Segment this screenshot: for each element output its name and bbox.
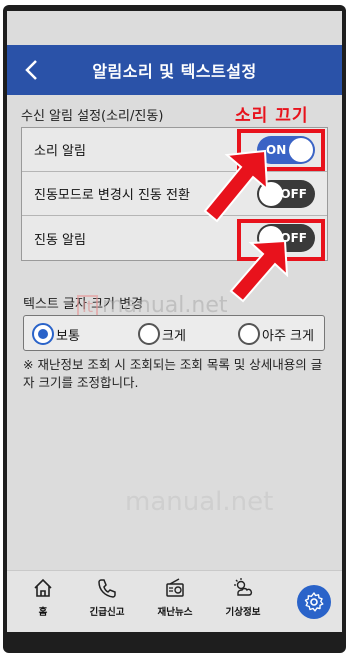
vibrate-switch-row[interactable]: 진동모드로 변경시 진동 전환 OFF	[22, 172, 327, 216]
app-header: 알림소리 및 텍스트설정	[7, 45, 342, 95]
chevron-left-icon	[25, 60, 37, 80]
gear-icon	[304, 592, 324, 612]
radio-circle	[138, 323, 160, 345]
arrow-annotation-2	[229, 239, 289, 303]
weather-icon	[234, 578, 253, 596]
radio-label: 크게	[162, 328, 186, 344]
nav-label: 기상정보	[225, 607, 261, 618]
nav-weather[interactable]: 기상정보	[213, 577, 273, 627]
nav-emergency-report[interactable]: 긴급신고	[77, 577, 137, 627]
home-icon	[34, 578, 52, 597]
radio-icon	[166, 578, 184, 597]
text-size-options: 보통 크게 아주 크게	[23, 315, 325, 351]
nav-disaster-news[interactable]: 재난뉴스	[145, 577, 205, 627]
bottom-navigation: 홈 긴급신고 재난뉴스 기상정보	[7, 570, 342, 632]
system-nav-bar	[7, 632, 342, 647]
vibrate-switch-label: 진동모드로 변경시 진동 전환	[34, 188, 190, 203]
arrow-annotation-1	[203, 149, 269, 223]
vibrate-alert-label: 진동 알림	[34, 232, 86, 248]
nav-label: 긴급신고	[89, 607, 125, 618]
text-size-normal-radio[interactable]: 보통	[32, 322, 80, 346]
nav-label: 홈	[38, 607, 48, 618]
toggle-state-text: OFF	[280, 187, 307, 201]
nav-settings[interactable]	[297, 585, 331, 619]
phone-icon	[98, 579, 116, 598]
nav-home[interactable]: 홈	[13, 577, 73, 627]
back-button[interactable]	[17, 55, 47, 85]
notification-section-label: 수신 알림 설정(소리/진동)	[21, 109, 164, 124]
watermark-faint: manual.net	[125, 487, 274, 517]
radio-label: 보통	[56, 328, 80, 344]
phone-frame: 알림소리 및 텍스트설정 수신 알림 설정(소리/진동) 소리 끄기 소리 알림…	[3, 5, 346, 653]
nav-label: 재난뉴스	[157, 607, 193, 618]
radio-circle	[32, 323, 54, 345]
text-size-large-radio[interactable]: 크게	[138, 322, 186, 346]
text-size-xlarge-radio[interactable]: 아주 크게	[238, 322, 314, 346]
app-screen: 알림소리 및 텍스트설정 수신 알림 설정(소리/진동) 소리 끄기 소리 알림…	[7, 11, 342, 647]
text-size-note: ※ 재난정보 조회 시 조회되는 조회 목록 및 상세내용의 글자 크기를 조정…	[23, 357, 323, 390]
page-title: 알림소리 및 텍스트설정	[92, 62, 257, 81]
radio-label: 아주 크게	[262, 328, 314, 344]
radio-circle	[238, 323, 260, 345]
status-bar	[7, 11, 342, 45]
annotation-label: 소리 끄기	[235, 106, 309, 126]
sound-alert-label: 소리 알림	[34, 144, 86, 159]
